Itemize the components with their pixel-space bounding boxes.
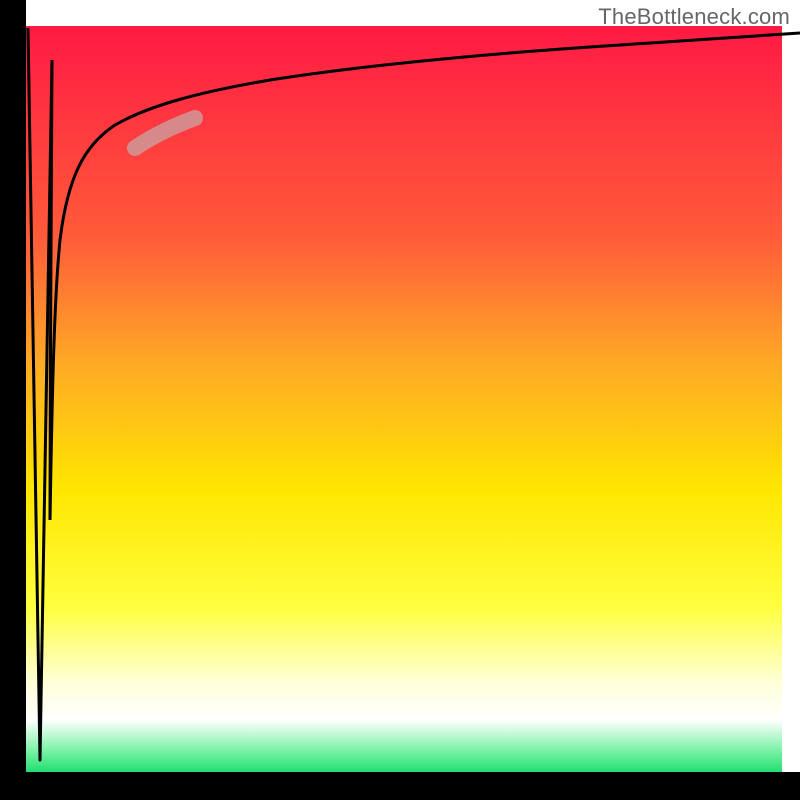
chart-svg [0,0,800,800]
chart-container: TheBottleneck.com [0,0,800,800]
x-axis [0,772,800,800]
attribution-text: TheBottleneck.com [598,4,790,30]
y-axis [0,0,26,800]
